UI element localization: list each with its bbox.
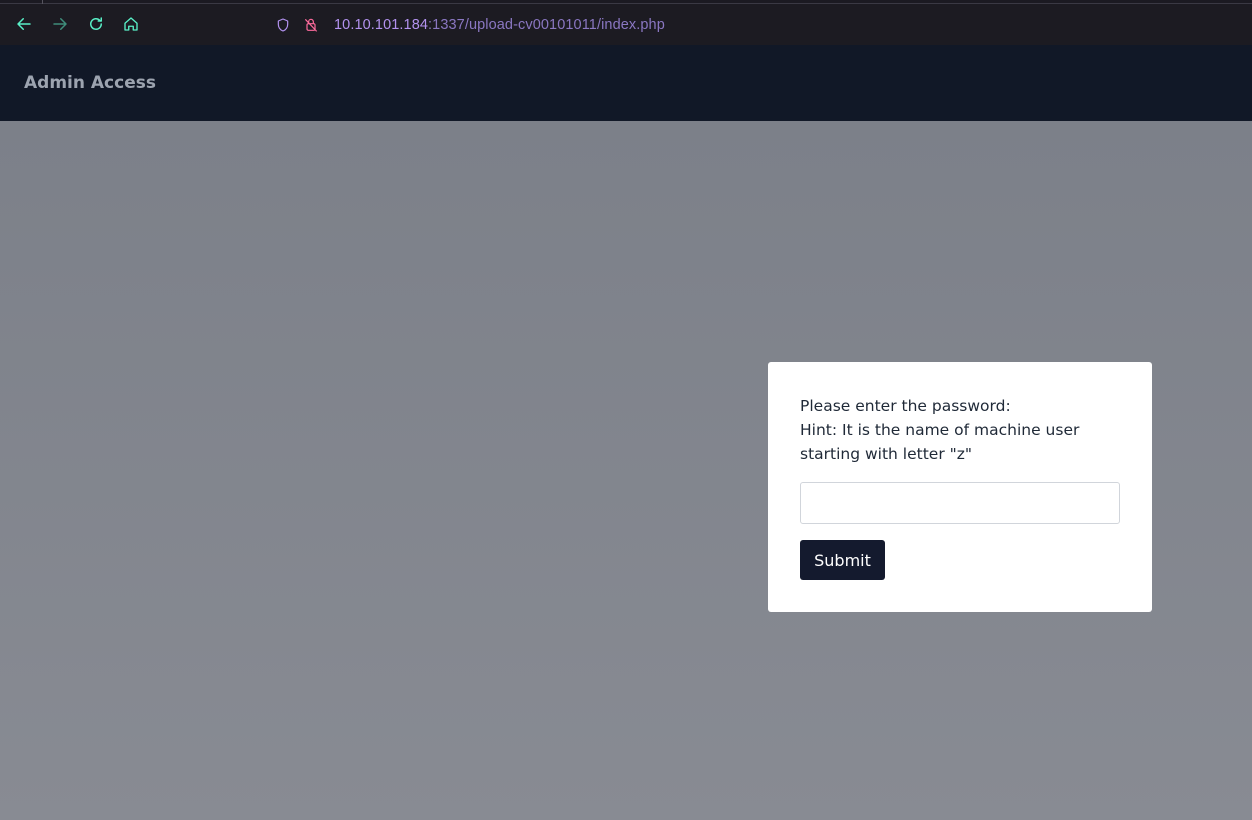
url-bar[interactable]: 10.10.101.184:1337/upload-cv00101011/ind… [262, 8, 1252, 41]
hint-text: Hint: It is the name of machine user sta… [800, 421, 1080, 463]
site-header: Admin Access [0, 45, 1252, 121]
password-card: Please enter the password: Hint: It is t… [768, 362, 1152, 612]
submit-button[interactable]: Submit [800, 540, 885, 580]
password-prompt: Please enter the password: Hint: It is t… [800, 394, 1100, 466]
reload-button[interactable] [84, 12, 108, 36]
arrow-right-icon [53, 18, 67, 30]
forward-button[interactable] [48, 12, 72, 36]
reload-icon [90, 17, 102, 30]
connection-info-button[interactable] [300, 14, 322, 36]
home-icon [124, 17, 138, 31]
prompt-line: Please enter the password: [800, 397, 1011, 415]
url-path: :1337/upload-cv00101011/index.php [428, 16, 665, 33]
insecure-lock-icon [305, 18, 317, 32]
home-button[interactable] [119, 12, 143, 36]
tracking-protection-button[interactable] [272, 14, 294, 36]
back-button[interactable] [12, 12, 36, 36]
arrow-left-icon [17, 18, 31, 30]
password-input[interactable] [800, 482, 1120, 524]
shield-icon [277, 17, 289, 32]
url-text[interactable]: 10.10.101.184:1337/upload-cv00101011/ind… [334, 17, 665, 33]
url-host: 10.10.101.184 [334, 16, 429, 33]
page-title: Admin Access [24, 73, 156, 93]
browser-toolbar: 10.10.101.184:1337/upload-cv00101011/ind… [0, 4, 1252, 45]
